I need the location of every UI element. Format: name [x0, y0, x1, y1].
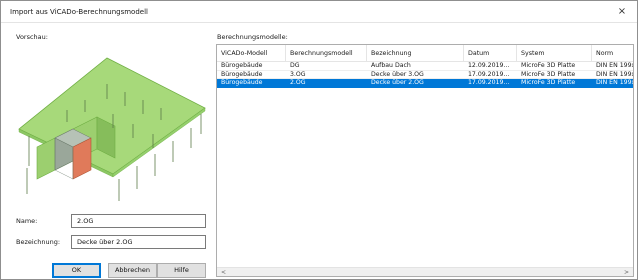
cell: MicroFe 3D Platte — [521, 62, 576, 69]
table-row-selected[interactable]: Bürogebäude 2.OG Decke über 2.OG 17.09.2… — [217, 79, 633, 88]
cell: DIN EN 199x — [596, 79, 634, 86]
close-icon[interactable]: × — [613, 3, 631, 20]
table-body: Bürogebäude DG Aufbau Dach 12.09.2019...… — [217, 62, 633, 88]
cell: Bürogebäude — [221, 79, 263, 86]
column-header[interactable]: Berechnungsmodell — [286, 45, 367, 62]
cell: Bürogebäude — [221, 62, 263, 69]
column-header[interactable]: ViCADo-Modell — [217, 45, 286, 62]
cell: Aufbau Dach — [371, 62, 411, 69]
name-label: Name: — [16, 217, 38, 225]
bezeichnung-label: Bezeichnung: — [16, 238, 61, 246]
cell: Decke über 2.OG — [371, 79, 424, 86]
table-header: ViCADo-Modell Berechnungsmodell Bezeichn… — [217, 45, 633, 62]
cell: 17.09.2019... — [468, 70, 510, 78]
cell: 12.09.2019... — [468, 62, 510, 69]
scroll-left-icon[interactable]: < — [219, 268, 228, 276]
scroll-right-icon[interactable]: > — [622, 268, 631, 276]
building-3d-view — [18, 57, 206, 201]
models-table[interactable]: ViCADo-Modell Berechnungsmodell Bezeichn… — [216, 44, 634, 277]
horizontal-scrollbar[interactable]: < > — [217, 267, 633, 276]
help-button[interactable]: Hilfe — [157, 263, 206, 278]
preview-label: Vorschau: — [16, 33, 48, 41]
models-label: Berechnungsmodelle: — [217, 33, 288, 41]
import-dialog: Import aus ViCADo-Berechnungsmodell × Vo… — [0, 0, 638, 280]
cell: MicroFe 3D Platte — [521, 70, 576, 78]
cell: DIN EN 199x — [596, 70, 634, 78]
cell: 2.OG — [290, 79, 306, 86]
column-header[interactable]: System — [517, 45, 592, 62]
table-row[interactable]: Bürogebäude 3.OG Decke über 3.OG 17.09.2… — [217, 70, 634, 79]
column-header[interactable]: Bezeichnung — [367, 45, 464, 62]
cell: Decke über 3.OG — [371, 70, 424, 78]
cell: 17.09.2019... — [468, 79, 510, 86]
ok-button[interactable]: OK — [52, 263, 101, 278]
title-bar: Import aus ViCADo-Berechnungsmodell × — [1, 1, 637, 23]
table-row[interactable]: Bürogebäude DG Aufbau Dach 12.09.2019...… — [217, 62, 633, 71]
dialog-title: Import aus ViCADo-Berechnungsmodell — [10, 8, 148, 16]
column-header[interactable]: Datum — [464, 45, 517, 62]
cell: MicroFe 3D Platte — [521, 79, 576, 86]
cell: DIN EN 199x — [596, 62, 634, 69]
cell: DG — [290, 62, 300, 69]
name-field[interactable]: 2.OG — [71, 214, 206, 228]
model-preview[interactable] — [15, 44, 207, 201]
cell: Bürogebäude — [221, 70, 263, 78]
cancel-button[interactable]: Abbrechen — [108, 263, 157, 278]
bezeichnung-field[interactable]: Decke über 2.OG — [71, 235, 206, 249]
cell: 3.OG — [290, 70, 306, 78]
column-header[interactable]: Norm — [592, 45, 633, 62]
